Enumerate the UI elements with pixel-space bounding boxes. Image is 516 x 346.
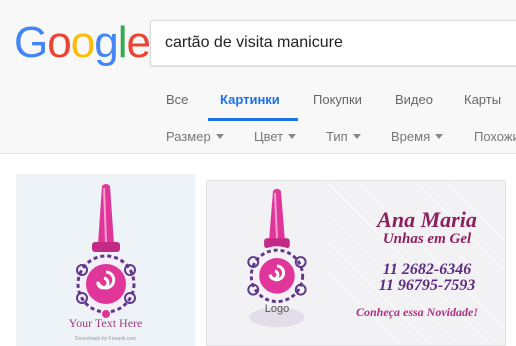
header: Google Все Картинки Покупки Видео Карты …	[0, 0, 516, 154]
card-subtitle: Unhas em Gel	[382, 231, 472, 247]
filter-color-label: Цвет	[254, 129, 284, 144]
filter-color[interactable]: Цвет	[254, 122, 297, 152]
card-placeholder-text: Your Text Here	[68, 316, 143, 330]
google-logo[interactable]: Google	[14, 18, 151, 68]
search-box[interactable]	[150, 20, 516, 66]
image-result-2[interactable]: Logo Ana Maria Unhas em Gel 11 2682-6346…	[206, 180, 506, 346]
filter-similar[interactable]: Похожие	[474, 122, 516, 152]
filter-type[interactable]: Тип	[326, 122, 361, 152]
card-logo-label: Logo	[264, 303, 290, 315]
tab-all[interactable]: Все	[166, 78, 188, 122]
image-result-1[interactable]: Your Text Here Desenhado by Freepik.com	[16, 174, 195, 346]
tabs-bar: Все Картинки Покупки Видео Карты	[0, 78, 516, 122]
caret-down-icon	[352, 134, 361, 140]
logo-letter: e	[126, 18, 151, 67]
logo-letter: o	[47, 18, 72, 67]
logo-letter: l	[117, 18, 128, 67]
filter-size-label: Размер	[166, 129, 211, 144]
caret-down-icon	[435, 134, 444, 140]
filter-bar: Размер Цвет Тип Время Похожие	[0, 122, 516, 152]
filter-size[interactable]: Размер	[166, 122, 224, 152]
logo-letter: o	[70, 18, 96, 67]
search-input[interactable]	[165, 21, 516, 65]
caret-down-icon	[215, 134, 224, 140]
filter-time[interactable]: Время	[391, 122, 444, 152]
filter-time-label: Время	[391, 129, 431, 144]
tab-video[interactable]: Видео	[395, 78, 433, 122]
tab-maps[interactable]: Карты	[464, 78, 501, 122]
tab-images[interactable]: Картинки	[220, 78, 280, 122]
tab-shopping[interactable]: Покупки	[313, 78, 362, 122]
card-tagline: Conheça essa Novidade!	[356, 305, 478, 319]
active-tab-indicator	[208, 118, 298, 121]
card-phone-2: 11 96795-7593	[378, 277, 476, 294]
logo-letter: g	[94, 18, 119, 67]
caret-down-icon	[288, 134, 297, 140]
logo-letter: G	[14, 18, 48, 67]
card-name: Ana Maria	[377, 207, 477, 232]
filter-type-label: Тип	[326, 129, 348, 144]
filter-similar-label: Похожие	[474, 129, 516, 144]
image-credit: Desenhado by Freepik.com	[74, 336, 137, 342]
